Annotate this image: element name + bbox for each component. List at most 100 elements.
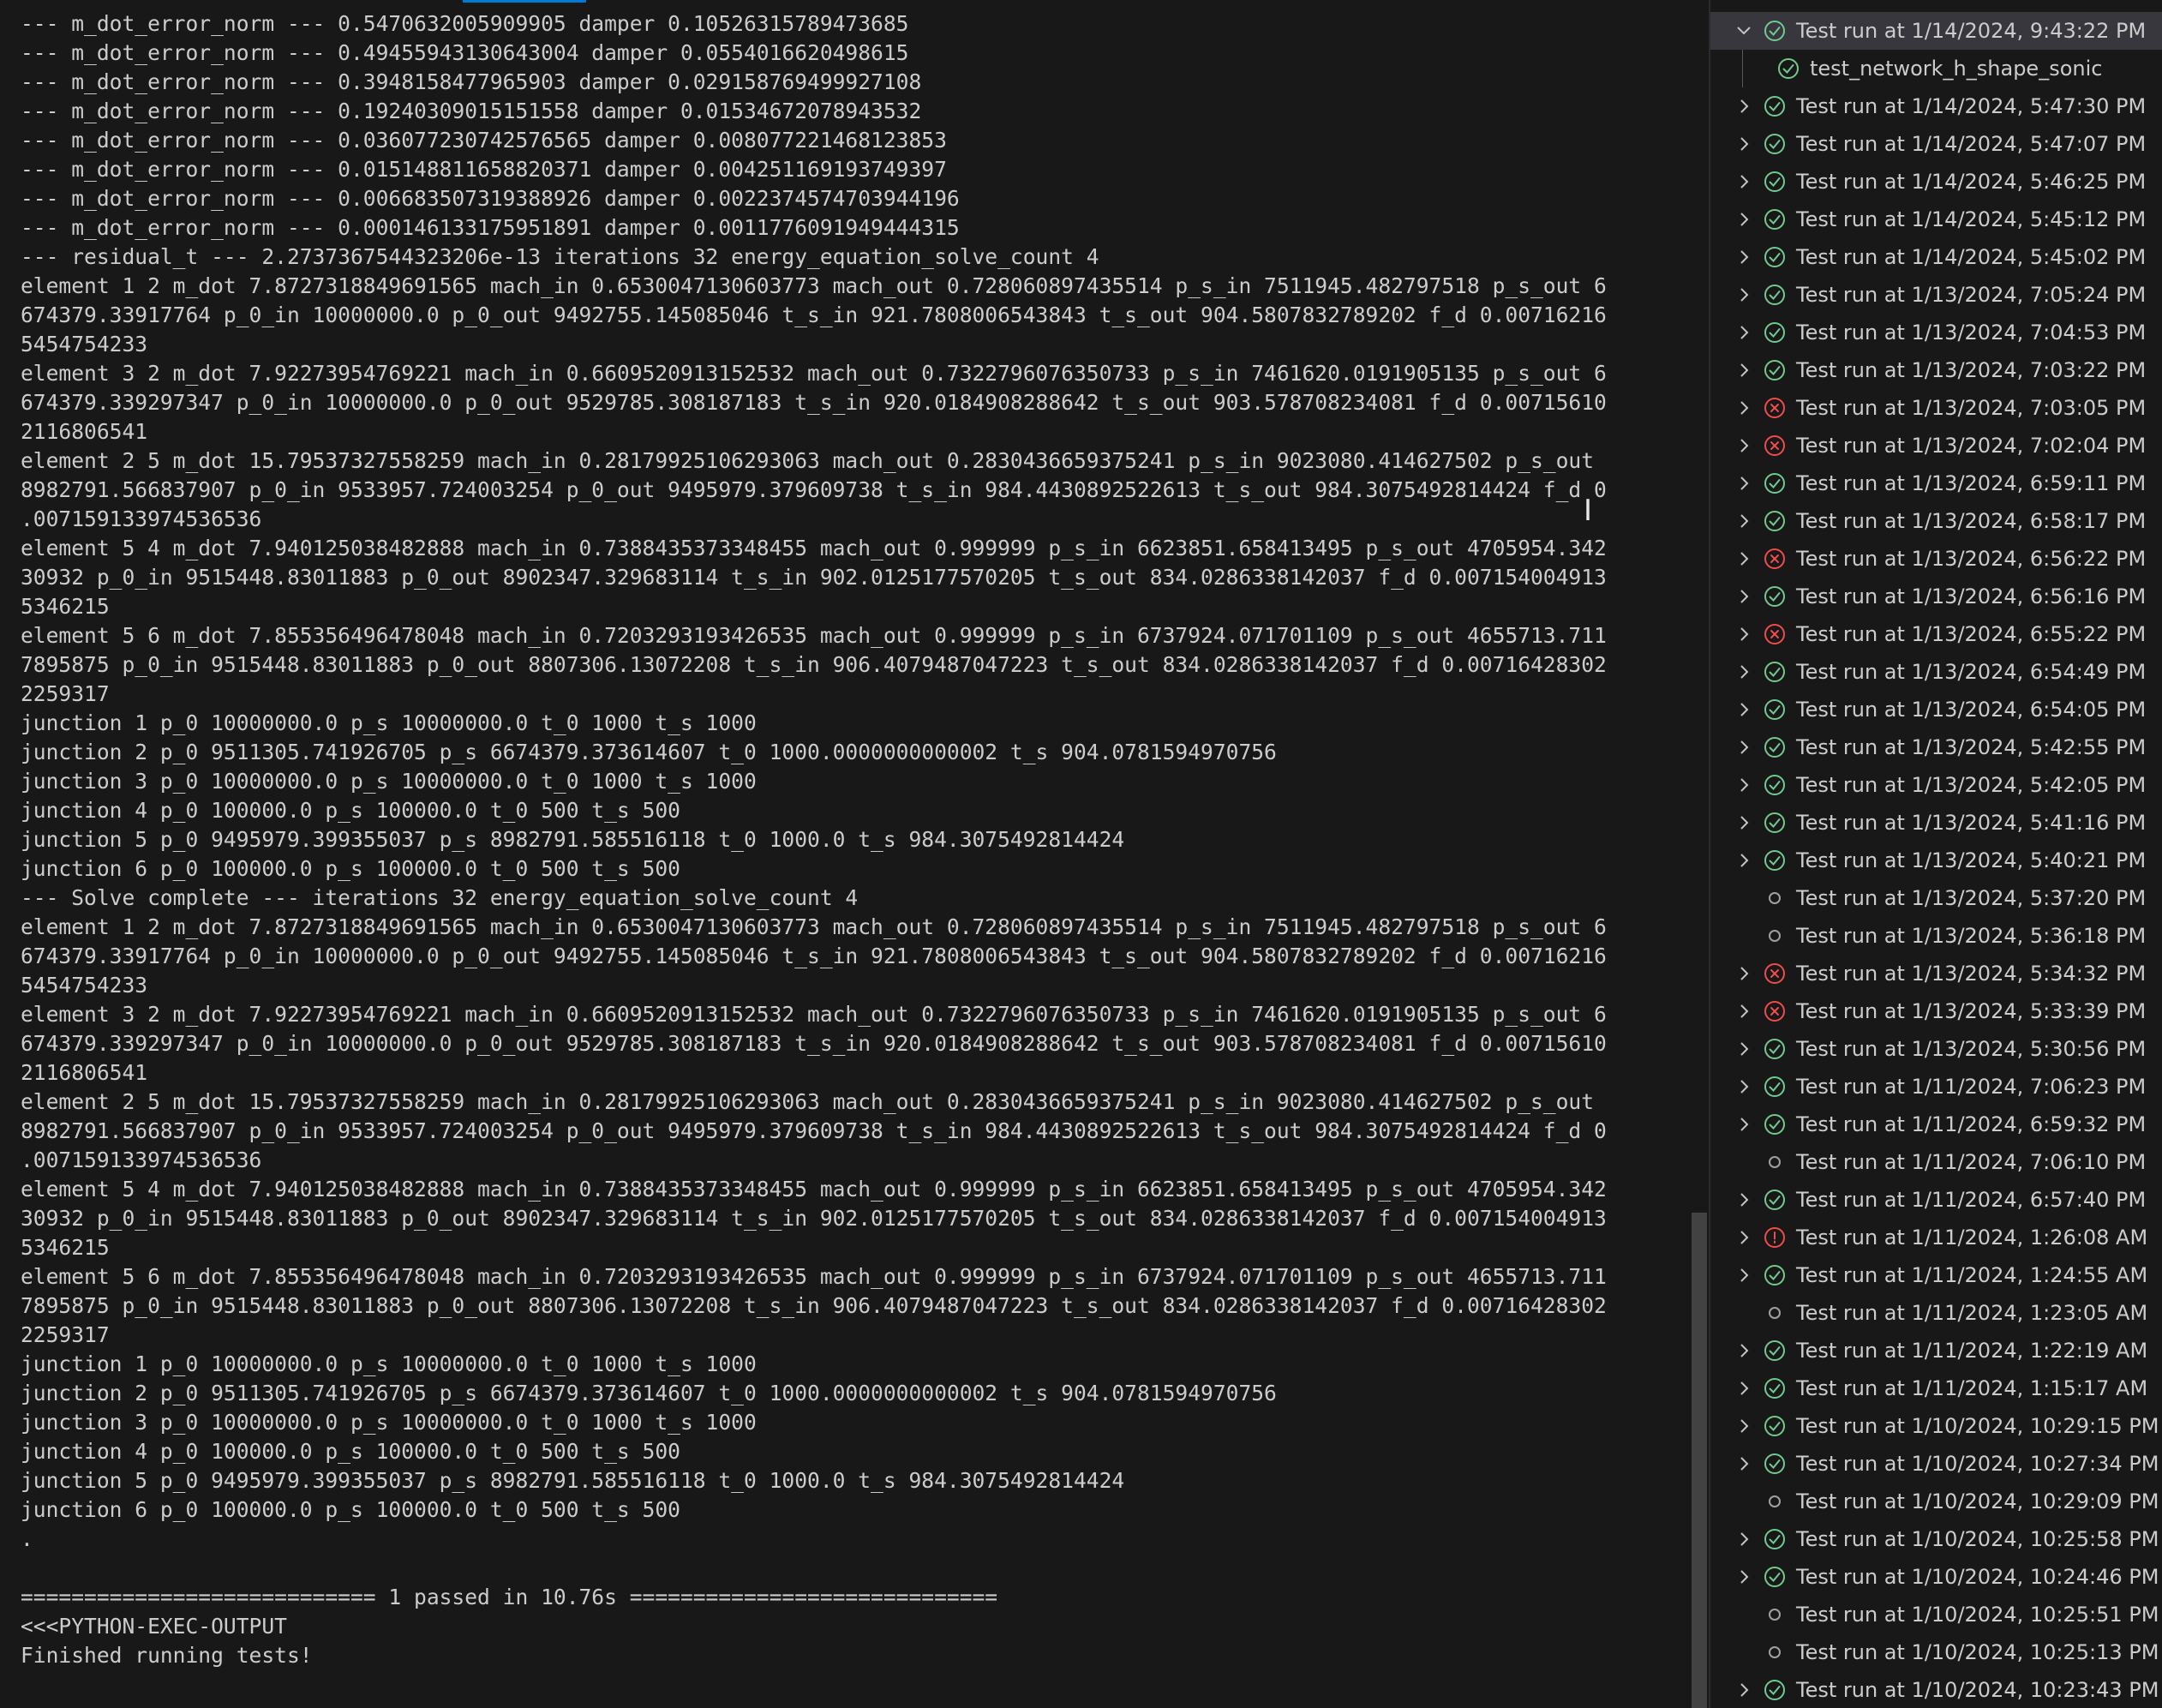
- test-run-item[interactable]: Test run at 1/13/2024, 5:36:18 PM: [1710, 917, 2162, 955]
- chevron-right-icon[interactable]: [1733, 321, 1755, 345]
- chevron-right-icon[interactable]: [1733, 1376, 1755, 1400]
- chevron-right-icon[interactable]: [1733, 1678, 1755, 1702]
- test-run-item[interactable]: Test run at 1/10/2024, 10:25:58 PM: [1710, 1520, 2162, 1558]
- test-run-item[interactable]: Test run at 1/13/2024, 6:58:17 PM: [1710, 502, 2162, 540]
- test-run-item[interactable]: Test run at 1/13/2024, 7:03:22 PM: [1710, 351, 2162, 389]
- test-run-item[interactable]: Test run at 1/13/2024, 6:54:05 PM: [1710, 691, 2162, 728]
- chevron-right-icon[interactable]: [1733, 396, 1755, 420]
- chevron-right-icon[interactable]: [1733, 735, 1755, 759]
- chevron-right-icon[interactable]: [1733, 170, 1755, 194]
- test-run-item[interactable]: Test run at 1/13/2024, 6:56:16 PM: [1710, 578, 2162, 615]
- test-run-item[interactable]: Test run at 1/13/2024, 5:40:21 PM: [1710, 842, 2162, 879]
- test-run-item[interactable]: Test run at 1/14/2024, 5:45:02 PM: [1710, 238, 2162, 276]
- test-run-item[interactable]: Test run at 1/14/2024, 5:47:30 PM: [1710, 87, 2162, 125]
- test-run-item[interactable]: Test run at 1/10/2024, 10:27:34 PM: [1710, 1445, 2162, 1483]
- chevron-right-icon[interactable]: [1733, 471, 1755, 495]
- test-run-item[interactable]: Test run at 1/10/2024, 10:29:09 PM: [1710, 1483, 2162, 1520]
- skipped-status-icon: [1764, 1603, 1786, 1626]
- chevron-right-icon[interactable]: [1733, 547, 1755, 571]
- chevron-right-icon[interactable]: [1733, 1565, 1755, 1589]
- terminal-line: element 1 2 m_dot 7.8727318849691565 mac…: [21, 273, 1607, 298]
- test-run-item[interactable]: Test run at 1/13/2024, 7:04:53 PM: [1710, 314, 2162, 351]
- test-run-item[interactable]: Test run at 1/11/2024, 6:57:40 PM: [1710, 1181, 2162, 1219]
- terminal-line: junction 5 p_0 9495979.399355037 p_s 898…: [21, 1468, 1125, 1493]
- skipped-status-icon: [1764, 887, 1786, 909]
- test-run-item[interactable]: Test run at 1/13/2024, 6:59:11 PM: [1710, 464, 2162, 502]
- terminal-line: 2259317: [21, 1322, 110, 1347]
- test-run-item[interactable]: Test run at 1/11/2024, 1:22:19 AM: [1710, 1332, 2162, 1369]
- test-run-item[interactable]: Test run at 1/13/2024, 6:54:49 PM: [1710, 653, 2162, 691]
- test-run-item[interactable]: Test run at 1/13/2024, 7:02:04 PM: [1710, 427, 2162, 464]
- test-run-item[interactable]: Test run at 1/10/2024, 10:23:43 PM: [1710, 1671, 2162, 1708]
- test-run-item[interactable]: Test run at 1/13/2024, 5:37:20 PM: [1710, 879, 2162, 917]
- test-run-item[interactable]: Test run at 1/10/2024, 10:25:13 PM: [1710, 1633, 2162, 1671]
- test-run-item[interactable]: Test run at 1/11/2024, 1:26:08 AM: [1710, 1219, 2162, 1256]
- chevron-right-icon[interactable]: [1733, 773, 1755, 797]
- test-run-item[interactable]: Test run at 1/11/2024, 7:06:23 PM: [1710, 1068, 2162, 1106]
- test-run-item[interactable]: Test run at 1/11/2024, 1:23:05 AM: [1710, 1294, 2162, 1332]
- chevron-right-icon[interactable]: [1733, 660, 1755, 684]
- chevron-right-icon[interactable]: [1733, 1452, 1755, 1476]
- chevron-right-icon[interactable]: [1733, 509, 1755, 533]
- terminal-line: element 5 6 m_dot 7.855356496478048 mach…: [21, 623, 1607, 648]
- test-run-item[interactable]: Test run at 1/13/2024, 7:03:05 PM: [1710, 389, 2162, 427]
- chevron-right-icon[interactable]: [1733, 584, 1755, 608]
- chevron-right-icon[interactable]: [1733, 698, 1755, 722]
- test-run-item[interactable]: Test run at 1/13/2024, 6:56:22 PM: [1710, 540, 2162, 578]
- test-run-item[interactable]: Test run at 1/14/2024, 5:46:25 PM: [1710, 163, 2162, 201]
- test-run-item[interactable]: Test run at 1/11/2024, 1:24:55 AM: [1710, 1256, 2162, 1294]
- chevron-right-icon[interactable]: [1733, 848, 1755, 872]
- test-run-item[interactable]: Test run at 1/13/2024, 5:30:56 PM: [1710, 1030, 2162, 1068]
- chevron-right-icon[interactable]: [1733, 622, 1755, 646]
- test-run-item[interactable]: Test run at 1/11/2024, 6:59:32 PM: [1710, 1106, 2162, 1143]
- chevron-right-icon[interactable]: [1733, 962, 1755, 986]
- test-run-item[interactable]: Test run at 1/14/2024, 9:43:22 PM: [1710, 12, 2162, 50]
- chevron-right-icon[interactable]: [1733, 1414, 1755, 1438]
- chevron-right-icon[interactable]: [1733, 1188, 1755, 1212]
- terminal-line: .007159133974536536: [21, 1148, 262, 1172]
- terminal-scrollbar-thumb[interactable]: [1692, 1213, 1707, 1708]
- chevron-right-icon[interactable]: [1733, 811, 1755, 835]
- test-run-item[interactable]: Test run at 1/11/2024, 1:15:17 AM: [1710, 1369, 2162, 1407]
- terminal-line: junction 1 p_0 10000000.0 p_s 10000000.0…: [21, 710, 757, 735]
- test-run-item[interactable]: Test run at 1/14/2024, 5:45:12 PM: [1710, 201, 2162, 238]
- test-run-item[interactable]: Test run at 1/13/2024, 5:42:55 PM: [1710, 728, 2162, 766]
- terminal-line: 8982791.566837907 p_0_in 9533957.7240032…: [21, 477, 1607, 502]
- terminal-line: 674379.33917764 p_0_in 10000000.0 p_0_ou…: [21, 303, 1607, 327]
- passed-status-icon: [1764, 585, 1786, 608]
- test-run-item[interactable]: Test run at 1/13/2024, 5:42:05 PM: [1710, 766, 2162, 804]
- terminal-output-panel[interactable]: --- m_dot_error_norm --- 0.5470632005909…: [0, 0, 1690, 1708]
- test-run-label: Test run at 1/13/2024, 5:36:18 PM: [1796, 924, 2147, 948]
- test-run-item[interactable]: Test run at 1/10/2024, 10:29:15 PM: [1710, 1407, 2162, 1445]
- test-run-label: Test run at 1/13/2024, 5:34:32 PM: [1796, 962, 2147, 986]
- test-run-item[interactable]: Test run at 1/10/2024, 10:25:51 PM: [1710, 1596, 2162, 1633]
- test-case-item[interactable]: test_network_h_shape_sonic: [1710, 50, 2162, 87]
- test-run-item[interactable]: Test run at 1/11/2024, 7:06:10 PM: [1710, 1143, 2162, 1181]
- chevron-right-icon[interactable]: [1733, 434, 1755, 458]
- chevron-right-icon[interactable]: [1733, 1527, 1755, 1551]
- chevron-right-icon[interactable]: [1733, 1339, 1755, 1363]
- test-run-item[interactable]: Test run at 1/13/2024, 5:34:32 PM: [1710, 955, 2162, 992]
- chevron-down-icon[interactable]: [1733, 19, 1755, 43]
- test-run-item[interactable]: Test run at 1/13/2024, 5:33:39 PM: [1710, 992, 2162, 1030]
- terminal-line: 2116806541: [21, 419, 148, 444]
- chevron-right-icon[interactable]: [1733, 94, 1755, 118]
- passed-status-icon: [1764, 246, 1786, 268]
- chevron-right-icon[interactable]: [1733, 358, 1755, 382]
- chevron-right-icon[interactable]: [1733, 1226, 1755, 1250]
- test-run-item[interactable]: Test run at 1/13/2024, 7:05:24 PM: [1710, 276, 2162, 314]
- chevron-right-icon[interactable]: [1733, 1075, 1755, 1099]
- chevron-right-icon[interactable]: [1733, 1112, 1755, 1136]
- test-run-item[interactable]: Test run at 1/10/2024, 10:24:46 PM: [1710, 1558, 2162, 1596]
- test-run-item[interactable]: Test run at 1/13/2024, 6:55:22 PM: [1710, 615, 2162, 653]
- chevron-right-icon[interactable]: [1733, 245, 1755, 269]
- chevron-right-icon[interactable]: [1733, 207, 1755, 231]
- chevron-right-icon[interactable]: [1733, 1263, 1755, 1287]
- chevron-right-icon[interactable]: [1733, 1037, 1755, 1061]
- chevron-right-icon[interactable]: [1733, 999, 1755, 1023]
- test-run-item[interactable]: Test run at 1/13/2024, 5:41:16 PM: [1710, 804, 2162, 842]
- chevron-right-icon[interactable]: [1733, 283, 1755, 307]
- terminal-line: --- m_dot_error_norm --- 0.5470632005909…: [21, 11, 909, 36]
- chevron-right-icon[interactable]: [1733, 132, 1755, 156]
- test-run-item[interactable]: Test run at 1/14/2024, 5:47:07 PM: [1710, 125, 2162, 163]
